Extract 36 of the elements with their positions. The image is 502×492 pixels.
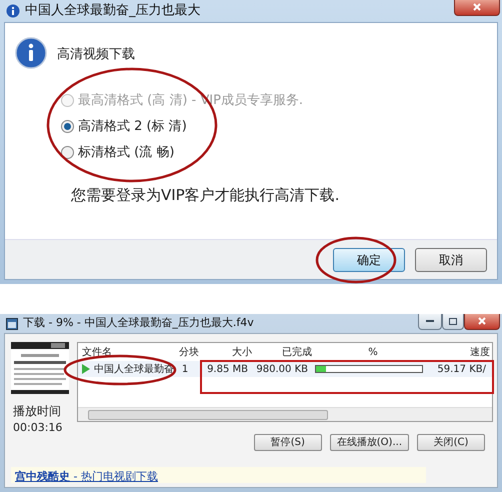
window-button[interactable]: 关闭(C) bbox=[417, 434, 485, 451]
play-time-value: 00:03:16 bbox=[13, 420, 64, 436]
info-icon bbox=[15, 37, 47, 69]
option-label: 标清格式 (流 畅) bbox=[78, 144, 174, 162]
column-header[interactable]: 已完成 bbox=[252, 344, 312, 360]
dialog-button[interactable]: 取消 bbox=[415, 248, 487, 272]
play-icon bbox=[82, 364, 90, 374]
close-icon bbox=[478, 317, 486, 326]
dialog-button[interactable]: 确定 bbox=[333, 248, 405, 272]
column-header[interactable]: 分块 bbox=[176, 344, 202, 360]
info-icon bbox=[6, 4, 20, 18]
column-header[interactable]: 大小 bbox=[202, 344, 252, 360]
play-time-label: 播放时间 bbox=[13, 403, 62, 420]
minimize-button[interactable] bbox=[418, 314, 442, 330]
message-text: 您需要登录为VIP客户才能执行高清下载. bbox=[71, 184, 340, 206]
maximize-button[interactable] bbox=[442, 314, 464, 330]
radio-button[interactable] bbox=[61, 146, 74, 159]
close-icon bbox=[473, 3, 481, 12]
close-button[interactable] bbox=[464, 314, 500, 330]
window-button[interactable]: 暂停(S) bbox=[254, 434, 322, 451]
column-header[interactable]: 速度 bbox=[434, 344, 490, 360]
option-label: 高清格式 2 (标 清) bbox=[78, 118, 187, 136]
window-title: 中国人全球最勤奋_压力也最大 bbox=[25, 2, 200, 20]
table-cell-text: 1 bbox=[180, 362, 190, 376]
radio-button[interactable] bbox=[61, 120, 74, 133]
maximize-icon bbox=[449, 318, 457, 325]
table-cell-text: 9.85 MB bbox=[206, 362, 248, 376]
table-cell-text: 980.00 KB bbox=[255, 362, 308, 376]
window-title: 下载 - 9% - 中国人全球最勤奋_压力也最大.f4v bbox=[23, 315, 254, 332]
window-button[interactable]: 在线播放(O)... bbox=[330, 434, 409, 451]
window-icon bbox=[6, 318, 18, 330]
table-cell-text: 59.17 KB/ bbox=[436, 362, 486, 376]
close-button[interactable] bbox=[454, 0, 500, 16]
column-header[interactable]: % bbox=[312, 344, 434, 360]
dialog-heading: 高清视频下载 bbox=[57, 46, 136, 64]
horizontal-scrollbar[interactable] bbox=[78, 407, 492, 421]
